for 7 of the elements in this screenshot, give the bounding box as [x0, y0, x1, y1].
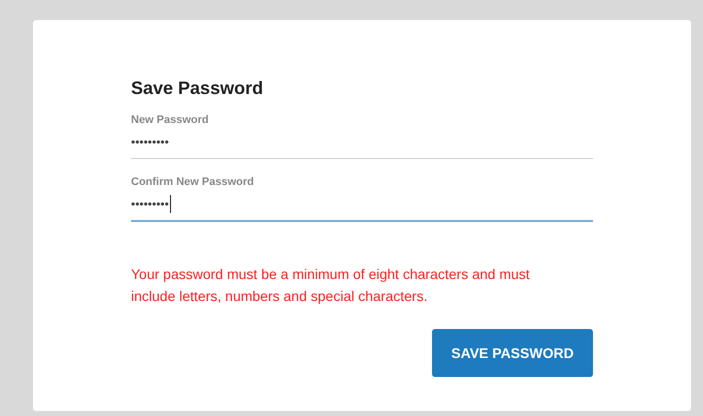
password-field[interactable]: ••••••••• [131, 126, 593, 159]
password-field[interactable]: ••••••••• [131, 188, 593, 222]
save-password-button[interactable]: SAVE PASSWORD [432, 329, 593, 377]
error-message: Your password must be a minimum of eight characters and must include letters, numbers and special characters. [131, 265, 531, 306]
field-label: New Password [131, 114, 210, 126]
field-label: Confirm New Password [131, 176, 255, 188]
form-title: Save Password [131, 78, 264, 99]
